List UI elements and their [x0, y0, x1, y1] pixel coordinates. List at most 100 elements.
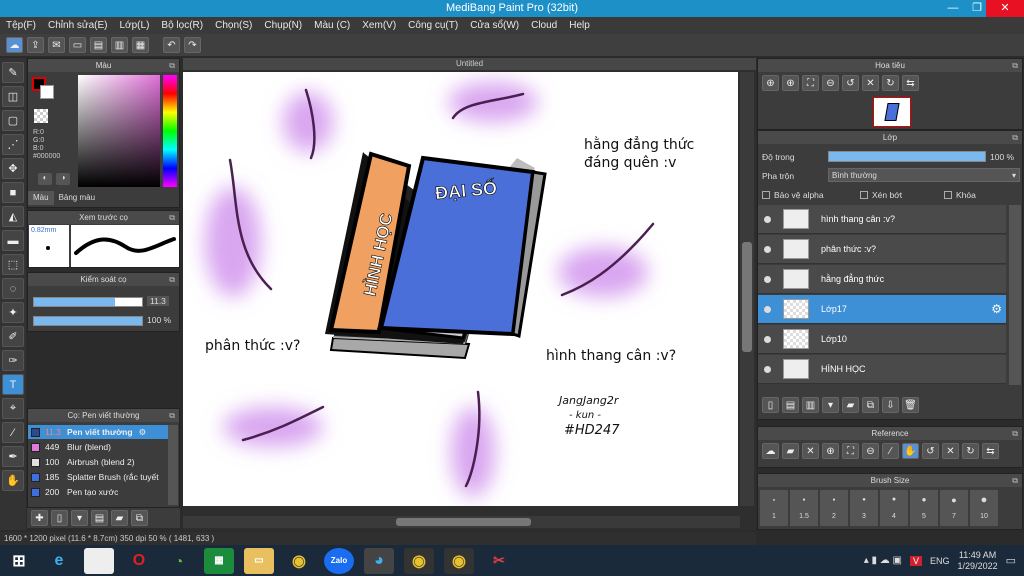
visibility-icon[interactable] [764, 335, 771, 343]
tray-icons[interactable]: ▴ ▮ ☁ ▣ [864, 555, 902, 566]
text-tool-icon[interactable]: T [2, 374, 24, 395]
menu-select[interactable]: Chọn(S) [215, 20, 252, 31]
brush-size-option[interactable]: ● 2 [820, 490, 848, 526]
undo-icon[interactable]: ↶ [163, 37, 180, 53]
popout-icon[interactable]: ⧉ [1012, 474, 1018, 487]
tab-color[interactable]: Màu [28, 191, 54, 205]
new-8bit-layer-icon[interactable]: ▥ [802, 397, 819, 413]
chrome-window-icon[interactable]: ◉ [444, 547, 474, 574]
visibility-icon[interactable] [764, 305, 771, 313]
new-brush-icon[interactable]: ▯ [51, 510, 68, 526]
move-tool-icon[interactable]: ✥ [2, 158, 24, 179]
hand-icon[interactable]: ✋ [902, 443, 919, 459]
select-eraser-tool-icon[interactable]: ✑ [2, 350, 24, 371]
brush-size-option[interactable]: ● 10 [970, 490, 998, 526]
brush-item[interactable]: 11.3 Pen viết thường ⚙ [28, 425, 178, 439]
vertical-scroll-thumb[interactable] [742, 242, 752, 352]
duplicate-icon[interactable]: ⧉ [131, 510, 148, 526]
canvas-vertical-scrollbar[interactable] [740, 72, 754, 506]
eraser-tool-icon[interactable]: ◫ [2, 86, 24, 107]
rectangle-tool-icon[interactable]: ▢ [2, 110, 24, 131]
menu-file[interactable]: Tệp(F) [6, 20, 36, 31]
eyedropper-icon[interactable]: ⁄ [882, 443, 899, 459]
pen-tool-icon[interactable]: ✒ [2, 446, 24, 467]
zalo-icon[interactable]: Zalo [324, 547, 354, 574]
menu-help[interactable]: Help [569, 20, 590, 31]
transparent-swatch[interactable] [34, 109, 48, 123]
layer-item-selected[interactable]: Lớp17 ⚙ [758, 295, 1006, 324]
menu-window[interactable]: Cửa sổ(W) [470, 20, 519, 31]
app-icon[interactable]: ◔ [164, 548, 194, 574]
rotate-reset-icon[interactable]: ✕ [862, 75, 879, 91]
fit-icon[interactable]: ⛶ [802, 75, 819, 91]
canvas-horizontal-scrollbar[interactable] [183, 516, 740, 528]
zoom-in-icon[interactable]: ⊕ [782, 75, 799, 91]
popout-icon[interactable]: ⧉ [169, 59, 175, 72]
pages-icon[interactable]: ▥ [111, 37, 128, 53]
brush-tool-icon[interactable]: ✎ [2, 62, 24, 83]
add-brush-icon[interactable]: ✚ [31, 510, 48, 526]
brush-item[interactable]: 200 Pen tạo xước [28, 485, 178, 499]
eyedropper-tool-icon[interactable]: ⁄ [2, 422, 24, 443]
popout-icon[interactable]: ⧉ [1012, 427, 1018, 440]
fill-rect-tool-icon[interactable]: ■ [2, 182, 24, 203]
visibility-icon[interactable] [764, 215, 771, 223]
tab-palette[interactable]: Bảng màu [54, 191, 100, 205]
brush-size-option[interactable]: ● 3 [850, 490, 878, 526]
clipping-checkbox[interactable] [860, 191, 868, 199]
page-icon[interactable]: ▭ [69, 37, 86, 53]
layer-item[interactable]: phân thức :v? [758, 235, 1006, 264]
flip-icon[interactable]: ⇆ [902, 75, 919, 91]
flip-icon[interactable]: ⇆ [982, 443, 999, 459]
file-explorer-icon[interactable]: ▭ [244, 547, 274, 574]
internet-explorer-icon[interactable]: e [44, 548, 74, 574]
menu-tools[interactable]: Công cụ(T) [408, 20, 458, 31]
zoom-in-icon[interactable]: ⊕ [762, 75, 779, 91]
brush-item[interactable]: 449 Blur (blend) [28, 440, 178, 454]
cloud-brush-icon[interactable]: ▤ [91, 510, 108, 526]
navigator-thumbnail[interactable] [873, 97, 911, 127]
menu-edit[interactable]: Chỉnh sửa(E) [48, 20, 108, 31]
popout-icon[interactable]: ⧉ [1012, 59, 1018, 72]
layer-item[interactable]: Lớp10 [758, 325, 1006, 354]
popout-icon[interactable]: ⧉ [169, 409, 175, 422]
size-slider[interactable] [33, 297, 143, 307]
gear-icon[interactable]: ⚙ [139, 427, 147, 438]
lock-checkbox[interactable] [944, 191, 952, 199]
new-halftone-layer-icon[interactable]: ▤ [782, 397, 799, 413]
background-color-swatch[interactable] [40, 85, 54, 99]
windows-start-icon[interactable]: ⊞ [4, 548, 34, 574]
v-app-icon[interactable]: V [910, 555, 923, 566]
gear-icon[interactable]: ⚙ [991, 302, 1002, 316]
hue-slider[interactable] [163, 75, 177, 187]
menu-snap[interactable]: Chụp(N) [264, 20, 302, 31]
clock[interactable]: 11:49 AM 1/29/2022 [958, 550, 998, 572]
rotate-left-icon[interactable]: ↺ [922, 443, 939, 459]
redo-icon[interactable]: ↷ [184, 37, 201, 53]
chrome-icon[interactable]: ◉ [284, 548, 314, 574]
folder-icon[interactable]: ▰ [111, 510, 128, 526]
grid-icon[interactable]: ▦ [132, 37, 149, 53]
comment-icon[interactable]: ✉ [48, 37, 65, 53]
horizontal-scroll-thumb[interactable] [396, 518, 531, 526]
gradient-tool-icon[interactable]: ▬ [2, 230, 24, 251]
saturation-value-picker[interactable] [78, 75, 160, 187]
close-icon[interactable]: ✕ [986, 0, 1024, 17]
visibility-icon[interactable] [764, 245, 771, 253]
close-icon[interactable]: ✕ [802, 443, 819, 459]
opacity-slider[interactable] [33, 316, 143, 326]
popout-icon[interactable]: ⧉ [169, 211, 175, 224]
color-wheel-icon[interactable]: ◑ [56, 173, 70, 185]
menu-cloud[interactable]: Cloud [531, 20, 557, 31]
operation-tool-icon[interactable]: ⌖ [2, 398, 24, 419]
chrome-profile-icon[interactable]: ◉ [404, 547, 434, 574]
popout-icon[interactable]: ⧉ [169, 273, 175, 286]
medibang-icon[interactable]: ◕ [364, 547, 394, 574]
layer-item[interactable]: hằng đẳng thức [758, 265, 1006, 294]
layer-opacity-slider[interactable] [828, 151, 986, 162]
layer-item[interactable]: hình thang cân :v? [758, 205, 1006, 234]
store-icon[interactable]: ▦ [204, 547, 234, 574]
popout-icon[interactable]: ⧉ [1012, 131, 1018, 144]
select-tool-icon[interactable]: ⬚ [2, 254, 24, 275]
visibility-icon[interactable] [764, 275, 771, 283]
